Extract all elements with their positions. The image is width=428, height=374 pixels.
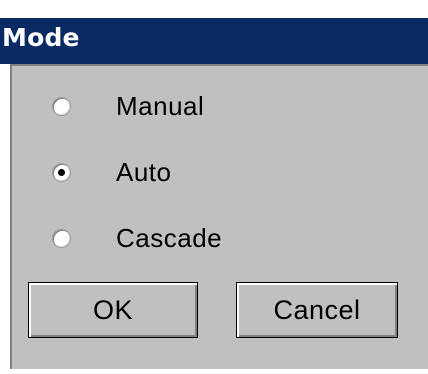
cascade-radio-button[interactable] <box>52 229 71 248</box>
mode-dialog: Mode Manual Auto Cascade OK Cancel <box>0 0 428 374</box>
option-label-manual[interactable]: Manual <box>116 89 204 123</box>
option-manual[interactable]: Manual <box>0 87 300 127</box>
option-label-auto[interactable]: Auto <box>116 155 172 189</box>
option-label-cascade[interactable]: Cascade <box>116 221 222 255</box>
radio-selected-dot-icon <box>58 169 65 176</box>
auto-radio-button[interactable] <box>52 163 71 182</box>
manual-radio-button[interactable] <box>52 97 71 116</box>
dialog-title: Mode <box>2 23 80 52</box>
option-auto[interactable]: Auto <box>0 153 300 193</box>
option-cascade[interactable]: Cascade <box>0 219 300 259</box>
ok-button[interactable]: OK <box>28 282 198 338</box>
cancel-button[interactable]: Cancel <box>236 282 398 338</box>
